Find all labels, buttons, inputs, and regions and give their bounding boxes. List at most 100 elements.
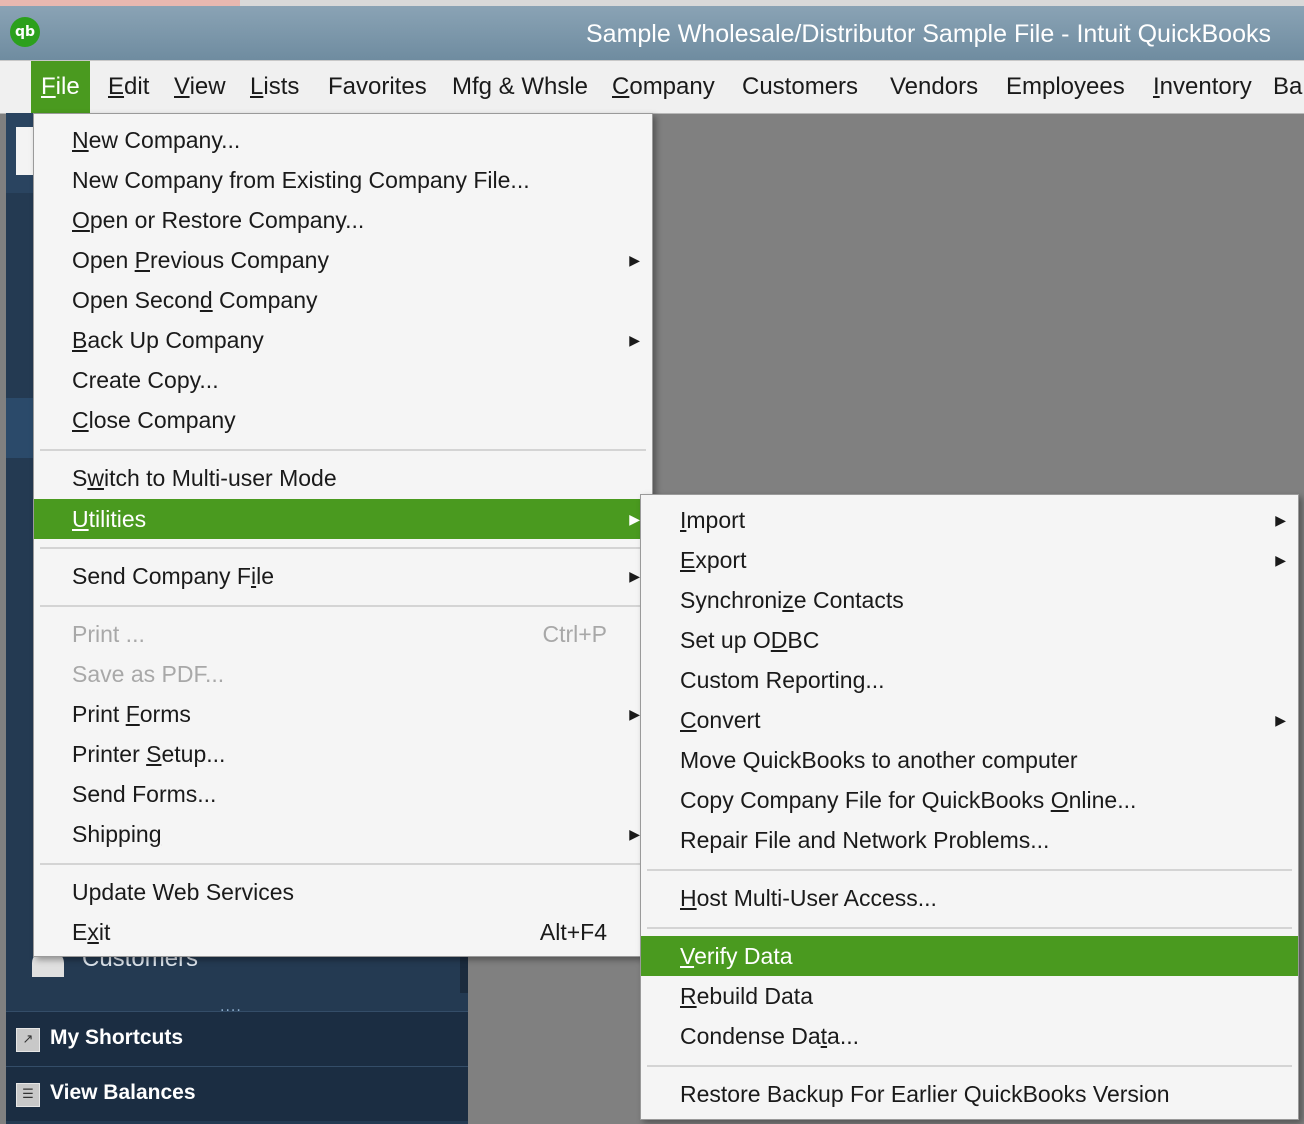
quickbooks-logo-icon: qb — [10, 17, 40, 47]
menu-view[interactable]: View — [174, 61, 226, 113]
menu-file-rest: ile — [55, 73, 80, 100]
menu-inventory-rest: nventory — [1159, 73, 1252, 100]
submenu-arrow-icon: ▶ — [629, 332, 640, 348]
menu-item-label: Exit — [72, 919, 111, 945]
file-open-second-company[interactable]: Open Second Company — [34, 280, 652, 320]
menu-inventory[interactable]: Inventory — [1153, 61, 1252, 113]
util-convert[interactable]: Convert ▶ — [641, 700, 1298, 740]
view-balances-label: View Balances — [50, 1081, 196, 1104]
window-title: Sample Wholesale/Distributor Sample File… — [586, 20, 1271, 48]
file-close-company[interactable]: Close Company — [34, 400, 652, 440]
menu-item-label: Open or Restore Company... — [72, 207, 365, 233]
menu-item-label: Save as PDF... — [72, 661, 225, 687]
file-utilities[interactable]: Utilities ▶ — [34, 499, 652, 539]
util-verify-data[interactable]: Verify Data — [641, 936, 1298, 976]
file-send-forms[interactable]: Send Forms... — [34, 774, 652, 814]
menu-item-label: Printer Setup... — [72, 741, 226, 767]
file-shipping[interactable]: Shipping ▶ — [34, 814, 652, 854]
menu-item-label: Switch to Multi-user Mode — [72, 465, 337, 491]
file-new-company-from-existing[interactable]: New Company from Existing Company File..… — [34, 160, 652, 200]
balances-list-icon: ☰ — [16, 1083, 40, 1107]
shortcut-label: Alt+F4 — [539, 919, 607, 945]
shortcut-arrow-icon: ↗ — [16, 1028, 40, 1052]
menu-item-label: Print Forms — [72, 701, 191, 727]
file-print: Print ... Ctrl+P — [34, 614, 652, 654]
util-host-multi-user-access[interactable]: Host Multi-User Access... — [641, 878, 1298, 918]
util-restore-backup-earlier-version[interactable]: Restore Backup For Earlier QuickBooks Ve… — [641, 1074, 1298, 1114]
file-switch-multi-user[interactable]: Switch to Multi-user Mode — [34, 458, 652, 498]
submenu-arrow-icon: ▶ — [629, 826, 640, 842]
menu-item-label: Close Company — [72, 407, 236, 433]
util-synchronize-contacts[interactable]: Synchronize Contacts — [641, 580, 1298, 620]
util-repair-file-network[interactable]: Repair File and Network Problems... — [641, 820, 1298, 860]
file-update-web-services[interactable]: Update Web Services — [34, 872, 652, 912]
util-set-up-odbc[interactable]: Set up ODBC — [641, 620, 1298, 660]
menu-item-label: Move QuickBooks to another computer — [680, 747, 1078, 773]
submenu-arrow-icon: ▶ — [1275, 512, 1286, 528]
menu-separator — [40, 605, 646, 607]
util-copy-company-file-online[interactable]: Copy Company File for QuickBooks Online.… — [641, 780, 1298, 820]
shortcut-label: Ctrl+P — [542, 621, 607, 647]
menu-item-label: Verify Data — [680, 943, 793, 969]
menu-separator — [647, 927, 1292, 929]
util-custom-reporting[interactable]: Custom Reporting... — [641, 660, 1298, 700]
file-menu: New Company... New Company from Existing… — [33, 113, 653, 957]
menu-item-label: Shipping — [72, 821, 162, 847]
menu-customers[interactable]: Customers — [742, 61, 858, 113]
menu-item-label: Utilities — [72, 506, 147, 532]
menu-lists-rest: ists — [263, 73, 300, 100]
menu-separator — [40, 547, 646, 549]
menu-item-label: Send Company File — [72, 563, 275, 589]
menu-item-label: Update Web Services — [72, 879, 295, 905]
file-back-up-company[interactable]: Back Up Company ▶ — [34, 320, 652, 360]
utilities-submenu: Import ▶ Export ▶ Synchronize Contacts Set… — [640, 494, 1299, 1120]
submenu-arrow-icon: ▶ — [629, 568, 640, 584]
menu-lists-mnemonic: L — [250, 73, 264, 100]
menu-edit-mnemonic: E — [108, 73, 125, 100]
menu-separator — [40, 863, 646, 865]
menu-item-label: Open Second Company — [72, 287, 318, 313]
menu-item-label: Condense Data... — [680, 1023, 860, 1049]
menu-inventory-mnemonic: I — [1153, 73, 1160, 100]
file-new-company[interactable]: New Company... — [34, 120, 652, 160]
menu-item-label: Custom Reporting... — [680, 667, 885, 693]
util-import[interactable]: Import ▶ — [641, 500, 1298, 540]
file-create-copy[interactable]: Create Copy... — [34, 360, 652, 400]
menu-company-mnemonic: C — [612, 73, 630, 100]
file-open-restore-company[interactable]: Open or Restore Company... — [34, 200, 652, 240]
menu-lists[interactable]: Lists — [250, 61, 299, 113]
menu-company[interactable]: Company — [612, 61, 715, 113]
menu-file[interactable]: File — [31, 61, 90, 113]
menu-item-label: Copy Company File for QuickBooks Online.… — [680, 787, 1137, 813]
menu-edit[interactable]: Edit — [108, 61, 149, 113]
menu-favorites[interactable]: Favorites — [328, 61, 427, 113]
menu-company-rest: ompany — [629, 73, 715, 100]
menu-bar: File Edit View Lists Favorites Mfg & Whs… — [0, 60, 1304, 114]
menu-item-label: Import — [680, 507, 746, 533]
menu-vendors[interactable]: Vendors — [890, 61, 978, 113]
util-condense-data[interactable]: Condense Data... — [641, 1016, 1298, 1056]
file-open-previous-company[interactable]: Open Previous Company ▶ — [34, 240, 652, 280]
util-rebuild-data[interactable]: Rebuild Data — [641, 976, 1298, 1016]
util-export[interactable]: Export ▶ — [641, 540, 1298, 580]
util-move-quickbooks[interactable]: Move QuickBooks to another computer — [641, 740, 1298, 780]
menu-view-mnemonic: V — [174, 73, 190, 100]
menu-employees[interactable]: Employees — [1006, 61, 1125, 113]
menu-item-label: Repair File and Network Problems... — [680, 827, 1050, 853]
menu-item-label: Send Forms... — [72, 781, 217, 807]
menu-banking-truncated[interactable]: Ba — [1273, 61, 1302, 113]
file-print-forms[interactable]: Print Forms ▶ — [34, 694, 652, 734]
menu-item-label: Print ... — [72, 621, 145, 647]
file-exit[interactable]: Exit Alt+F4 — [34, 912, 652, 952]
submenu-arrow-icon: ▶ — [629, 511, 640, 527]
submenu-arrow-icon: ▶ — [1275, 552, 1286, 568]
submenu-arrow-icon: ▶ — [629, 706, 640, 722]
my-shortcuts-button[interactable]: ↗ My Shortcuts — [6, 1011, 468, 1066]
menu-edit-rest: dit — [124, 73, 150, 100]
file-printer-setup[interactable]: Printer Setup... — [34, 734, 652, 774]
menu-separator — [647, 1065, 1292, 1067]
menu-item-label: Open Previous Company — [72, 247, 329, 273]
menu-mfg-whsle[interactable]: Mfg & Whsle — [452, 61, 588, 113]
file-send-company-file[interactable]: Send Company File ▶ — [34, 556, 652, 596]
view-balances-button[interactable]: ☰ View Balances — [6, 1066, 468, 1121]
